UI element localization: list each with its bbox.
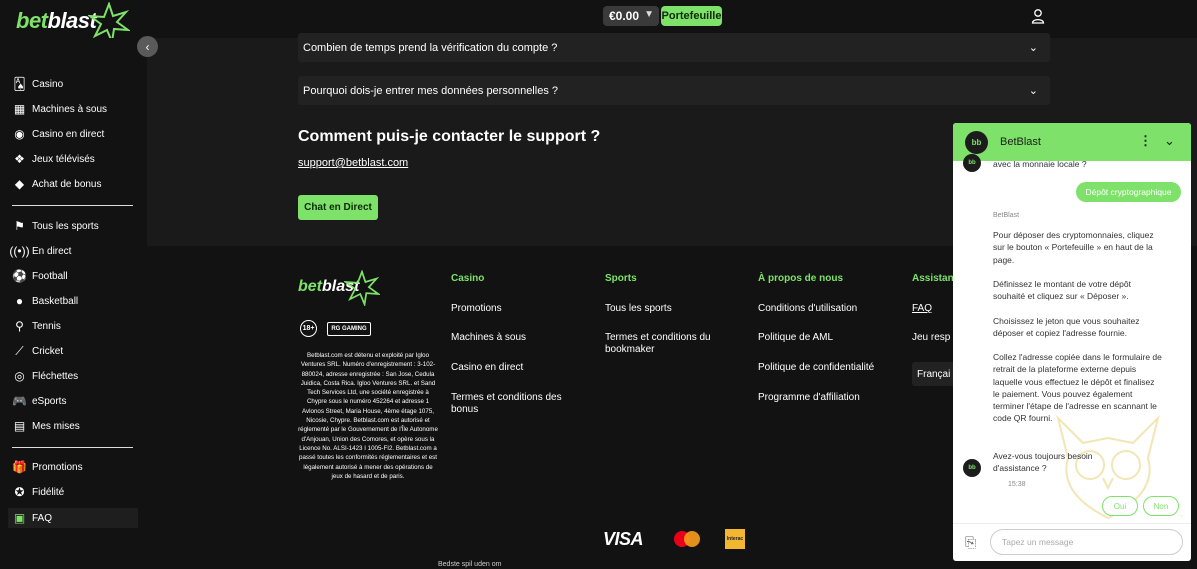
sidebar-item-tv-games[interactable]: ❖ Jeux télévisés	[12, 149, 137, 169]
footer-link[interactable]: Casino en direct	[451, 362, 523, 374]
interac-logo: Interac	[725, 529, 745, 549]
sidebar-item-promotions[interactable]: 🎁 Promotions	[12, 457, 137, 477]
chat-header: bb BetBlast ⋮ ⌄	[953, 123, 1191, 161]
support-email-link[interactable]: support@betblast.com	[298, 157, 408, 169]
slot-machine-icon: ▦	[13, 102, 26, 116]
diamond-icon: ◆	[14, 177, 25, 191]
sidebar-divider	[12, 447, 133, 448]
legal-text: Betblast.com est détenu et exploité par …	[298, 352, 438, 480]
user-icon[interactable]	[1030, 8, 1046, 24]
attachment-icon[interactable]: ⎘	[965, 534, 976, 551]
sidebar-item-esports[interactable]: 🎮 eSports	[12, 391, 137, 411]
bot-message: Collez l'adresse copiée dans le formulai…	[993, 352, 1162, 424]
more-options-icon[interactable]: ⋮	[1139, 133, 1152, 149]
bottom-partner-text: Bedste spil uden om	[438, 561, 502, 568]
star-icon: ✪	[14, 485, 25, 499]
footer-heading-about: À propos de nous	[758, 273, 843, 284]
sidebar-item-all-sports[interactable]: ⚑ Tous les sports	[12, 216, 137, 236]
footer-link[interactable]: Tous les sports	[605, 303, 672, 315]
bot-message: Pour déposer des cryptomonnaies, cliquez…	[993, 230, 1154, 265]
sidebar-item-loyalty[interactable]: ✪ Fidélité	[12, 482, 137, 502]
sports-icon: ⚑	[14, 219, 25, 233]
user-message: Dépôt cryptographique	[1076, 182, 1181, 202]
chevron-down-icon: ⌄	[1028, 42, 1038, 54]
footer-link[interactable]: Politique de AML	[758, 332, 833, 344]
faq-icon: ▣	[13, 511, 26, 525]
gift-icon: 🎁	[12, 460, 27, 474]
sidebar-item-live[interactable]: ((•)) En direct	[9, 241, 137, 261]
bot-message: Choisissez le jeton que vous souhaitez d…	[993, 316, 1140, 339]
chevron-down-icon: ▼	[644, 9, 654, 20]
chat-message-input[interactable]: Tapez un message	[990, 529, 1183, 555]
faq-item[interactable]: Pourquoi dois-je entrer mes données pers…	[298, 76, 1050, 105]
live-casino-icon: ◉	[14, 127, 25, 141]
sidebar-item-my-bets[interactable]: ▤ Mes mises	[12, 416, 137, 436]
sidebar-item-darts[interactable]: ◎ Fléchettes	[12, 366, 137, 386]
footer-link[interactable]: FAQ	[912, 303, 932, 315]
visa-logo: VISA	[603, 529, 644, 549]
chat-widget: bb BetBlast ⋮ ⌄ bb avec la monnaie local…	[953, 123, 1191, 561]
live-icon: ((•))	[9, 244, 30, 258]
sidebar-item-cricket[interactable]: ⟋ Cricket	[12, 341, 137, 361]
quick-reply-no[interactable]: Non	[1143, 496, 1179, 516]
footer-link[interactable]: Termes et conditions du bookmaker	[605, 332, 735, 356]
page: betblast €0.00 ▼ Portefeuille ‹ 🂡 Casino ▦…	[0, 0, 1197, 569]
footer-link[interactable]: Politique de confidentialité	[758, 362, 874, 374]
chevron-down-icon: ⌄	[1028, 85, 1038, 97]
chevron-down-icon[interactable]: ⌄	[1164, 133, 1175, 149]
bot-message: Définissez le montant de votre dépôt sou…	[993, 279, 1131, 302]
bot-name-label: BetBlast	[993, 212, 1020, 219]
live-chat-button[interactable]: Chat en Direct	[298, 195, 378, 220]
footer-link[interactable]: Promotions	[451, 303, 502, 315]
contact-title: Comment puis-je contacter le support ?	[298, 128, 601, 145]
footer-heading-sports: Sports	[605, 273, 637, 284]
sidebar-divider	[12, 205, 133, 206]
mastercard-logo	[674, 531, 700, 547]
language-select[interactable]: Françai	[912, 362, 957, 386]
message-time: 15:38	[1008, 481, 1026, 488]
footer-heading-support: Assistan	[912, 273, 954, 284]
sidebar-item-faq[interactable]: ▣ FAQ	[8, 508, 138, 528]
bets-icon: ▤	[13, 419, 26, 433]
sidebar-item-live-casino[interactable]: ◉ Casino en direct	[12, 124, 137, 144]
footer-link[interactable]: Programme d'affiliation	[758, 392, 860, 404]
footer-link[interactable]: Termes et conditions des bonus	[451, 392, 581, 416]
sidebar-item-casino[interactable]: 🂡 Casino	[12, 74, 137, 94]
collapse-sidebar-button[interactable]: ‹	[137, 36, 158, 57]
faq-item[interactable]: Combien de temps prend la vérification d…	[298, 33, 1050, 62]
cricket-icon: ⟋	[15, 343, 24, 358]
tennis-icon: ⚲	[15, 319, 24, 333]
footer-link[interactable]: Machines à sous	[451, 332, 526, 344]
footer-link[interactable]: Jeu resp	[912, 332, 950, 344]
chat-avatar: bb	[965, 131, 988, 154]
cards-icon: 🂡	[13, 77, 26, 91]
bot-avatar: bb	[963, 154, 981, 172]
chat-footer: ⎘ Tapez un message	[953, 523, 1191, 561]
age-18-badge: 18+	[300, 320, 317, 337]
sidebar-item-bonus-buy[interactable]: ◆ Achat de bonus	[12, 174, 137, 194]
chevron-left-icon: ‹	[145, 39, 150, 54]
bot-message: avec la monnaie locale ?	[993, 159, 1087, 169]
bot-message: Avez-vous toujours besoin d'assistance ?	[993, 451, 1093, 474]
tv-icon: ❖	[14, 152, 25, 166]
sidebar-item-basketball[interactable]: ● Basketball	[12, 291, 137, 311]
logo-star-icon	[344, 270, 380, 306]
sidebar-item-football[interactable]: ⚽ Football	[12, 266, 137, 286]
bot-avatar: bb	[963, 459, 981, 477]
darts-icon: ◎	[14, 369, 25, 383]
balance-dropdown[interactable]: €0.00 ▼	[603, 6, 659, 26]
responsible-gaming-badge: RG GAMING	[327, 322, 371, 336]
basketball-icon: ●	[15, 294, 24, 308]
sidebar-item-slots[interactable]: ▦ Machines à sous	[12, 99, 137, 119]
sidebar-item-tennis[interactable]: ⚲ Tennis	[12, 316, 137, 336]
gamepad-icon: 🎮	[12, 394, 27, 408]
footer-link[interactable]: Conditions d'utilisation	[758, 303, 857, 315]
chat-title: BetBlast	[1000, 136, 1041, 148]
football-icon: ⚽	[12, 269, 27, 283]
footer-heading-casino: Casino	[451, 273, 485, 284]
logo[interactable]: betblast	[16, 8, 97, 34]
quick-reply-yes[interactable]: Oui	[1102, 496, 1138, 516]
wallet-button[interactable]: Portefeuille	[661, 6, 722, 26]
